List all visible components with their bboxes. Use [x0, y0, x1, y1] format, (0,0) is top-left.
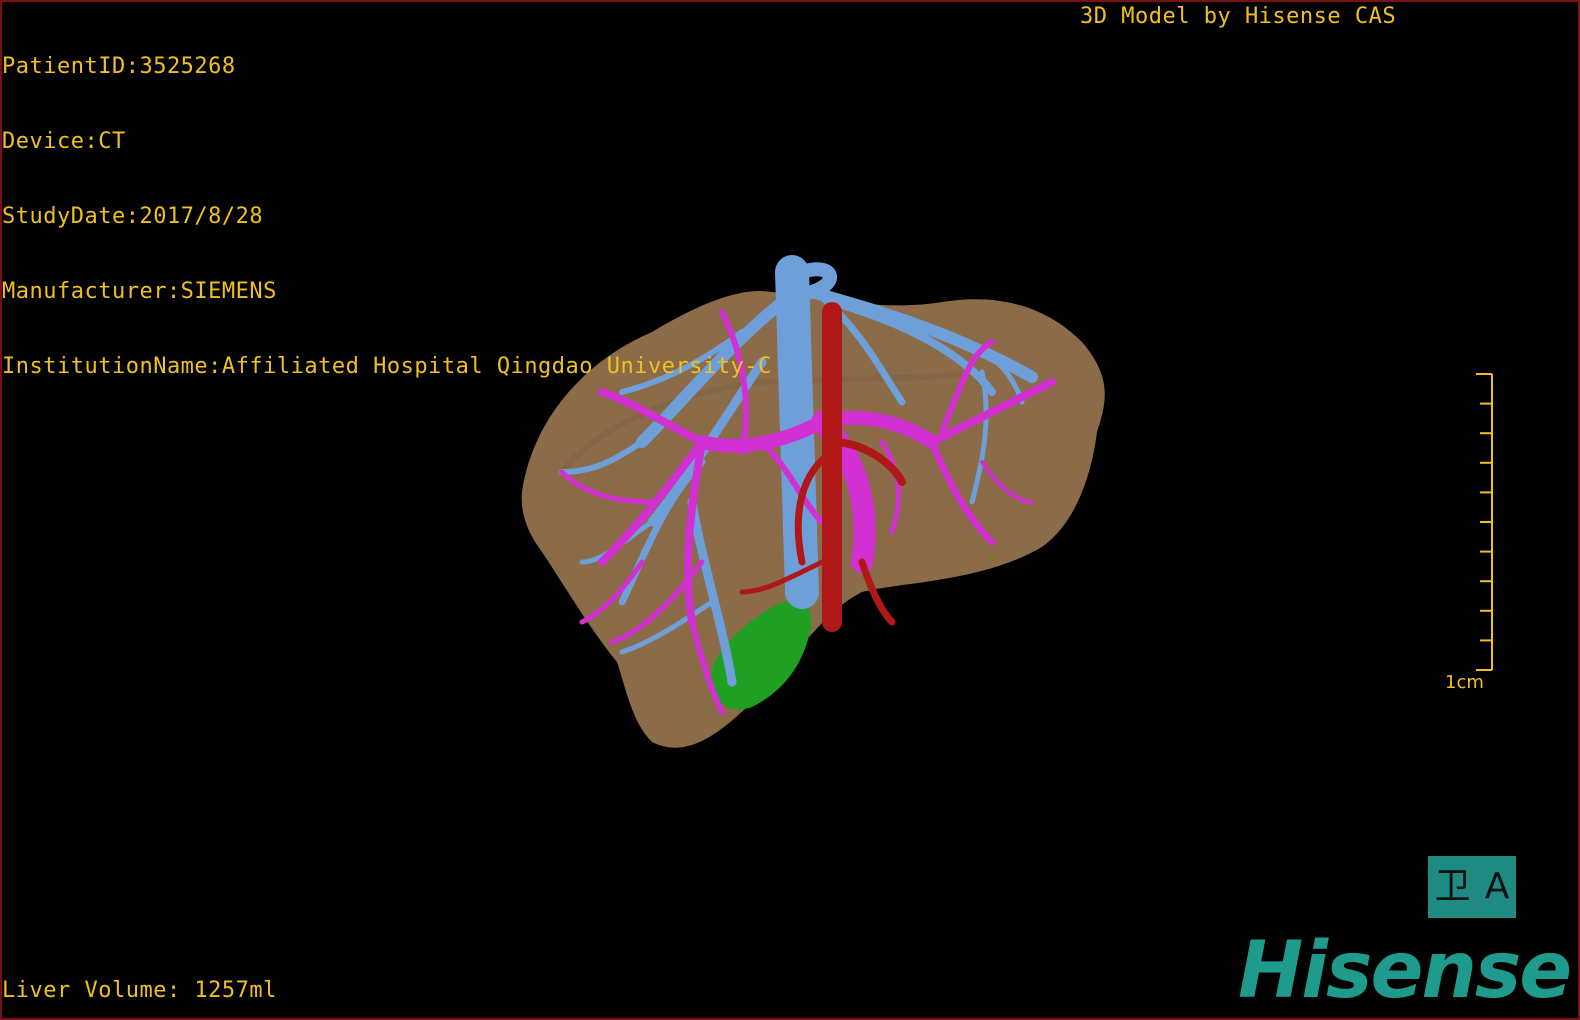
view-glyph-left: 卫 [1434, 866, 1471, 907]
device: Device:CT [2, 129, 126, 154]
model-credit: 3D Model by Hisense CAS [1080, 4, 1397, 29]
institution-name: InstitutionName:Affiliated Hospital Qing… [2, 354, 772, 379]
scale-ruler [1476, 373, 1493, 671]
study-date: StudyDate:2017/8/28 [2, 204, 264, 229]
dicom-info-panel: PatientID:3525268 Device:CT StudyDate:20… [2, 4, 772, 429]
scale-label: 1cm [1445, 672, 1484, 693]
view-glyph-right: A [1484, 866, 1510, 907]
patient-id: PatientID:3525268 [2, 54, 236, 79]
hisense-logo: Hisense [1238, 926, 1572, 1016]
liver-volume: Liver Volume: 1257ml [2, 978, 277, 1003]
3d-viewport[interactable]: PatientID:3525268 Device:CT StudyDate:20… [0, 0, 1580, 1020]
manufacturer: Manufacturer:SIEMENS [2, 279, 277, 304]
view-toggle-button[interactable]: 卫 A [1428, 856, 1516, 918]
